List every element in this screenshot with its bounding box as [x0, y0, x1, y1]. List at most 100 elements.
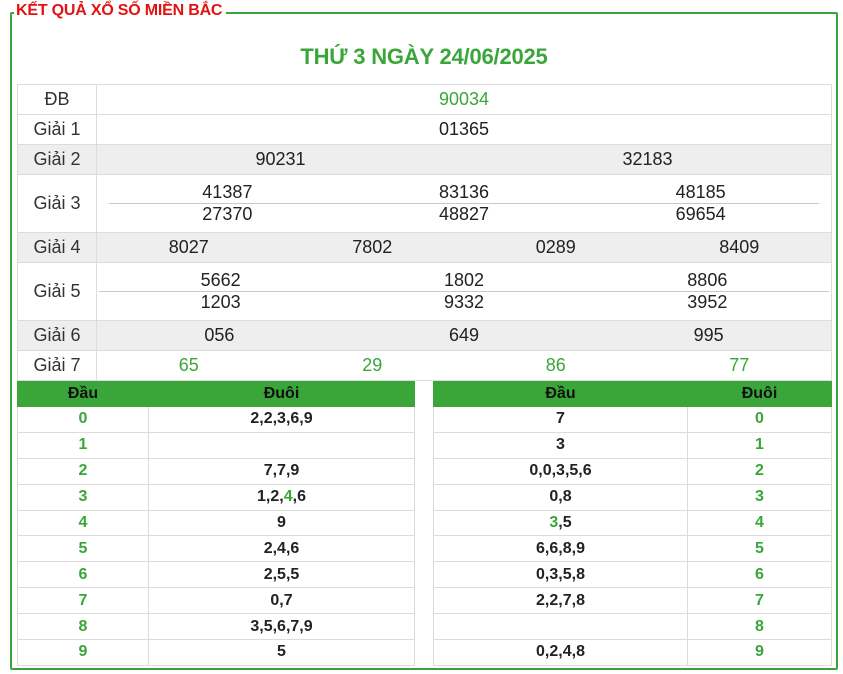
loto-key-digit: 8	[17, 613, 149, 641]
digit-list: 2,4,6	[263, 539, 300, 557]
loto-row: 8	[433, 613, 832, 641]
highlighted-digit: 3	[549, 514, 559, 531]
loto-row: 0,3,5,8 6	[433, 561, 832, 589]
prize-label: Giải 4	[17, 232, 97, 263]
loto-digits: 0,7	[148, 587, 415, 615]
loto-digits: 3,5	[433, 509, 688, 537]
loto-key-digit: 1	[17, 431, 149, 459]
loto-key-digit: 3	[687, 483, 832, 511]
digit-list: 0,0,3,5,6	[529, 462, 592, 480]
prize-label: Giải 7	[17, 350, 97, 381]
prize-number: 27370	[202, 204, 253, 224]
loto-digits	[433, 613, 688, 641]
loto-row: 8 3,5,6,7,9	[17, 613, 415, 641]
date-title: THỨ 3 NGÀY 24/06/2025	[300, 44, 548, 69]
loto-digits: 2,5,5	[148, 561, 415, 589]
loto-digits: 9	[148, 509, 415, 537]
loto-key-digit: 8	[687, 613, 832, 641]
loto-key-digit: 5	[687, 535, 832, 563]
digit-list: 2,5,5	[263, 565, 300, 583]
loto-row: 6 2,5,5	[17, 561, 415, 589]
loto-key-digit: 4	[687, 509, 832, 537]
loto-row: 1	[17, 431, 415, 459]
prize-label: ĐB	[17, 84, 97, 115]
loto-digits: 0,2,4,8	[433, 639, 688, 666]
prize-row-g1: Giải 1 01365	[17, 114, 832, 145]
prize-number: 995	[693, 325, 724, 345]
loto-row: 3 1,2,4,6	[17, 483, 415, 511]
digit-list: 7,7,9	[263, 462, 300, 480]
digit-list: ,5	[558, 514, 572, 531]
digit-list: 2,2,7,8	[536, 591, 585, 609]
prize-number: 9332	[443, 292, 485, 312]
prize-row-g4: Giải 4 8027 7802 0289 8409	[17, 232, 832, 263]
loto-row: 31	[433, 431, 832, 459]
prize-label: Giải 5	[17, 262, 97, 321]
prize-label: Giải 3	[17, 174, 97, 233]
loto-digits: 7	[433, 406, 688, 433]
prize-number: 8027	[168, 237, 209, 257]
loto-key-digit: 7	[687, 587, 832, 615]
prize-number: 48185	[675, 182, 726, 202]
prize-number: 1203	[200, 292, 241, 312]
prize-label: Giải 2	[17, 144, 97, 175]
prize-number: 69654	[675, 204, 726, 224]
loto-row: 0,8 3	[433, 483, 832, 511]
frame-title: KẾT QUẢ XỔ SỐ MIỀN BẮC	[14, 2, 227, 20]
prize-number: 01365	[438, 119, 490, 139]
loto-head-table: Đầu Đuôi 0 2,2,3,6,9 1 2 7,7,9 3 1,2,4,6 4 9 5 2,4…	[17, 381, 415, 666]
loto-row: 70	[433, 406, 832, 433]
loto-key-digit: 9	[687, 639, 832, 666]
prize-number: 83136	[438, 182, 490, 202]
loto-key-digit: 7	[17, 587, 149, 615]
loto-digits: 0,8	[433, 483, 688, 511]
digit-list: ,6	[292, 488, 306, 506]
loto-row: 49	[17, 509, 415, 537]
digit-list: 5	[277, 643, 286, 661]
prize-number: 0289	[535, 237, 576, 257]
digit-list: 2,2,3,6,9	[250, 410, 313, 428]
loto-row: 0,0,3,5,6 2	[433, 457, 832, 485]
loto-digits: 5	[148, 639, 415, 666]
prize-number: 65	[178, 355, 199, 375]
digit-list: 3,5,6,7,9	[250, 617, 313, 635]
prize-row-g3: Giải 3 41387 83136 48185 27370 48827 696…	[17, 174, 832, 233]
loto-digits: 2,2,3,6,9	[148, 406, 415, 433]
loto-row: 2 7,7,9	[17, 457, 415, 485]
digit-list: 0,7	[270, 591, 293, 609]
prize-number: 86	[545, 355, 566, 375]
loto-digits: 2,2,7,8	[433, 587, 688, 615]
digit-list: 0,2,4,8	[536, 643, 585, 661]
loto-key-digit: 2	[17, 457, 149, 485]
prize-row-g2: Giải 2 90231 32183	[17, 144, 832, 175]
digit-list: 9	[277, 514, 286, 531]
loto-row: 95	[17, 639, 415, 666]
prize-row-g5: Giải 5 5662 1802 8806 1203 9332 3952	[17, 262, 832, 321]
highlighted-digit: 4	[283, 488, 293, 506]
loto-key-digit: 6	[687, 561, 832, 589]
column-header-head: Đầu	[17, 381, 149, 407]
column-header-tail: Đuôi	[148, 381, 415, 407]
digit-list: 0,3,5,8	[536, 565, 585, 583]
column-header-head: Đầu	[433, 381, 688, 407]
prize-number: 056	[204, 325, 235, 345]
prize-number: 77	[729, 355, 750, 375]
prize-number: 8806	[687, 270, 728, 290]
loto-row: 7 0,7	[17, 587, 415, 615]
prize-number: 32183	[622, 149, 673, 169]
loto-row: 6,6,8,9 5	[433, 535, 832, 563]
loto-key-digit: 4	[17, 509, 149, 537]
prize-number: 8409	[719, 237, 760, 257]
digit-list: 3	[556, 436, 565, 454]
loto-digits: 3	[433, 431, 688, 459]
prize-row-g6: Giải 6 056 649 995	[17, 320, 832, 351]
prize-number: 1802	[443, 270, 485, 290]
loto-digits: 0,3,5,8	[433, 561, 688, 589]
prize-number: 90231	[255, 149, 306, 169]
prize-label: Giải 1	[17, 114, 97, 145]
loto-digits: 1,2,4,6	[148, 483, 415, 511]
results-table: ĐB 90034 Giải 1 01365 Giải 2 90231 32183…	[17, 84, 832, 381]
prize-number: 649	[448, 325, 480, 345]
loto-key-digit: 2	[687, 457, 832, 485]
loto-key-digit: 5	[17, 535, 149, 563]
